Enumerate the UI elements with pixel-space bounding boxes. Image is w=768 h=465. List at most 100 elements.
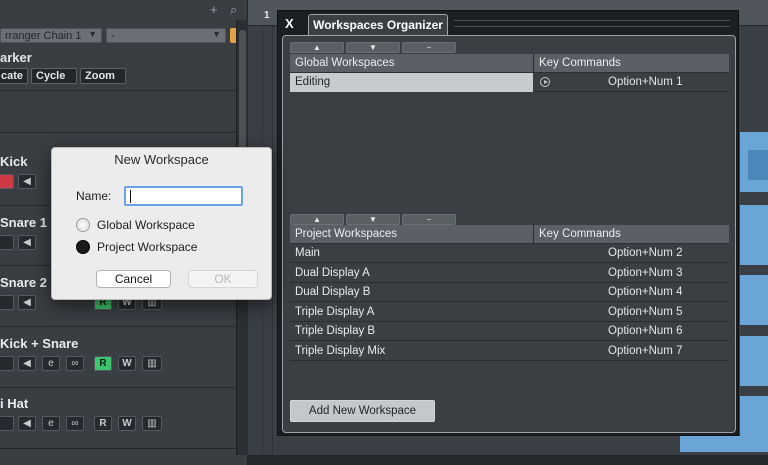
- arranger-event-dropdown[interactable]: - ▼: [106, 28, 226, 43]
- horizontal-scrollbar[interactable]: [248, 455, 768, 465]
- move-up-button[interactable]: ▲: [290, 214, 344, 225]
- record-enable-button[interactable]: [0, 356, 14, 371]
- list-item[interactable]: Editing Option+Num 1: [290, 73, 729, 92]
- workspace-name: Main: [295, 247, 320, 259]
- grid-line: [272, 26, 273, 456]
- lanes-icon[interactable]: ▥: [142, 416, 162, 431]
- move-down-button[interactable]: ▼: [346, 42, 400, 53]
- title-bar-line: [454, 20, 730, 21]
- column-separator: [533, 54, 534, 73]
- divider: [0, 132, 236, 133]
- key-command: Option+Num 2: [608, 247, 683, 259]
- arranger-row: rranger Chain 1 ▼ - ▼: [0, 28, 236, 44]
- workspace-name: Triple Display B: [295, 325, 376, 337]
- workspaces-organizer-window: X Workspaces Organizer ▲ ▼ − Global Work…: [277, 10, 739, 436]
- marker-track-name: arker: [0, 50, 32, 65]
- cycle-button[interactable]: Cycle: [31, 68, 77, 84]
- title-bar-line: [454, 26, 730, 27]
- edit-instrument-button[interactable]: e: [42, 416, 60, 431]
- workspace-name: Editing: [290, 73, 533, 92]
- activate-icon[interactable]: [540, 77, 550, 87]
- chevron-down-icon: ▼: [88, 29, 97, 39]
- read-automation-button[interactable]: R: [94, 416, 112, 431]
- arranger-chain-dropdown[interactable]: rranger Chain 1 ▼: [0, 28, 102, 43]
- zoom-button[interactable]: Zoom: [80, 68, 126, 84]
- close-icon[interactable]: X: [285, 16, 294, 31]
- cancel-button[interactable]: Cancel: [96, 270, 171, 288]
- add-new-workspace-button[interactable]: Add New Workspace: [290, 400, 435, 422]
- workspace-name-input[interactable]: [124, 186, 243, 206]
- key-command: Option+Num 7: [608, 344, 683, 357]
- track-name: Snare 2: [0, 275, 47, 290]
- monitor-speaker-icon[interactable]: ◀: [18, 174, 36, 189]
- divider: [0, 90, 236, 91]
- list-item[interactable]: Dual Display A Option+Num 3: [290, 264, 729, 283]
- record-enable-button[interactable]: [0, 416, 14, 431]
- ruler-bar-number: 1: [264, 10, 270, 21]
- monitor-speaker-icon[interactable]: ◀: [18, 416, 36, 431]
- list-item[interactable]: Triple Display B Option+Num 6: [290, 322, 729, 341]
- monitor-speaker-icon[interactable]: ◀: [18, 235, 36, 250]
- divider: [0, 387, 236, 388]
- track-name: Kick + Snare: [0, 336, 79, 351]
- key-command: Option+Num 1: [608, 76, 683, 88]
- track-name: Kick: [0, 154, 28, 169]
- monitor-speaker-icon[interactable]: ◀: [18, 356, 36, 371]
- scrollbar-thumb[interactable]: [239, 30, 246, 150]
- write-automation-button[interactable]: W: [118, 416, 136, 431]
- audio-event[interactable]: [740, 275, 768, 325]
- link-icon[interactable]: ∞: [66, 356, 84, 371]
- workspace-name: Dual Display B: [295, 286, 371, 298]
- key-command: Option+Num 3: [608, 266, 683, 279]
- radio-button[interactable]: [76, 240, 90, 254]
- move-up-button[interactable]: ▲: [290, 42, 344, 53]
- track-row[interactable]: i Hat ◀ e ∞ R W ▥: [0, 396, 236, 456]
- chevron-down-icon: ▼: [212, 29, 221, 39]
- record-enable-button[interactable]: [0, 295, 14, 310]
- remove-button[interactable]: −: [402, 214, 456, 225]
- move-down-button[interactable]: ▼: [346, 214, 400, 225]
- record-enable-button[interactable]: [0, 235, 14, 250]
- record-enable-button[interactable]: [0, 174, 14, 189]
- radio-button[interactable]: [76, 218, 90, 232]
- column-header-key-commands: Key Commands: [539, 57, 621, 69]
- list-item[interactable]: Triple Display A Option+Num 5: [290, 303, 729, 322]
- track-name: i Hat: [0, 396, 29, 411]
- new-workspace-dialog: New Workspace Name: Global Workspace Pro…: [51, 147, 272, 300]
- ok-button[interactable]: OK: [188, 270, 258, 288]
- remove-button[interactable]: −: [402, 42, 456, 53]
- monitor-speaker-icon[interactable]: ◀: [18, 295, 36, 310]
- project-workspaces-header: Project Workspaces Key Commands: [290, 225, 729, 244]
- name-label: Name:: [76, 189, 112, 203]
- arranger-chain-value: rranger Chain 1: [5, 30, 82, 42]
- lanes-icon[interactable]: ▥: [142, 356, 162, 371]
- audio-event[interactable]: [740, 336, 768, 386]
- radio-label: Global Workspace: [97, 218, 195, 232]
- audio-event[interactable]: [740, 205, 768, 265]
- list-item[interactable]: Dual Display B Option+Num 4: [290, 283, 729, 302]
- column-header-key-commands: Key Commands: [539, 228, 621, 240]
- track-list-top-icons: + ⌕: [200, 2, 248, 20]
- audio-event-waveform: [748, 150, 768, 180]
- audio-event[interactable]: [680, 436, 768, 452]
- tab-workspaces-organizer[interactable]: Workspaces Organizer: [308, 14, 448, 36]
- global-workspaces-header: Global Workspaces Key Commands: [290, 54, 729, 73]
- search-icon[interactable]: ⌕: [230, 2, 237, 18]
- write-automation-button[interactable]: W: [118, 356, 136, 371]
- read-automation-button[interactable]: R: [94, 356, 112, 371]
- column-header-name: Project Workspaces: [295, 228, 398, 240]
- link-icon[interactable]: ∞: [66, 416, 84, 431]
- divider: [0, 448, 236, 449]
- list-item[interactable]: Main Option+Num 2: [290, 244, 729, 263]
- dialog-title: New Workspace: [114, 152, 209, 167]
- add-track-icon[interactable]: +: [210, 2, 218, 17]
- list-item[interactable]: Triple Display Mix Option+Num 7: [290, 342, 729, 361]
- divider: [0, 326, 236, 327]
- locate-button[interactable]: cate: [0, 68, 28, 84]
- track-name: Snare 1: [0, 215, 47, 230]
- radio-label: Project Workspace: [97, 240, 198, 254]
- column-header-name: Global Workspaces: [295, 57, 395, 69]
- workspace-name: Dual Display A: [295, 266, 370, 279]
- edit-instrument-button[interactable]: e: [42, 356, 60, 371]
- arranger-event-value: -: [111, 30, 115, 42]
